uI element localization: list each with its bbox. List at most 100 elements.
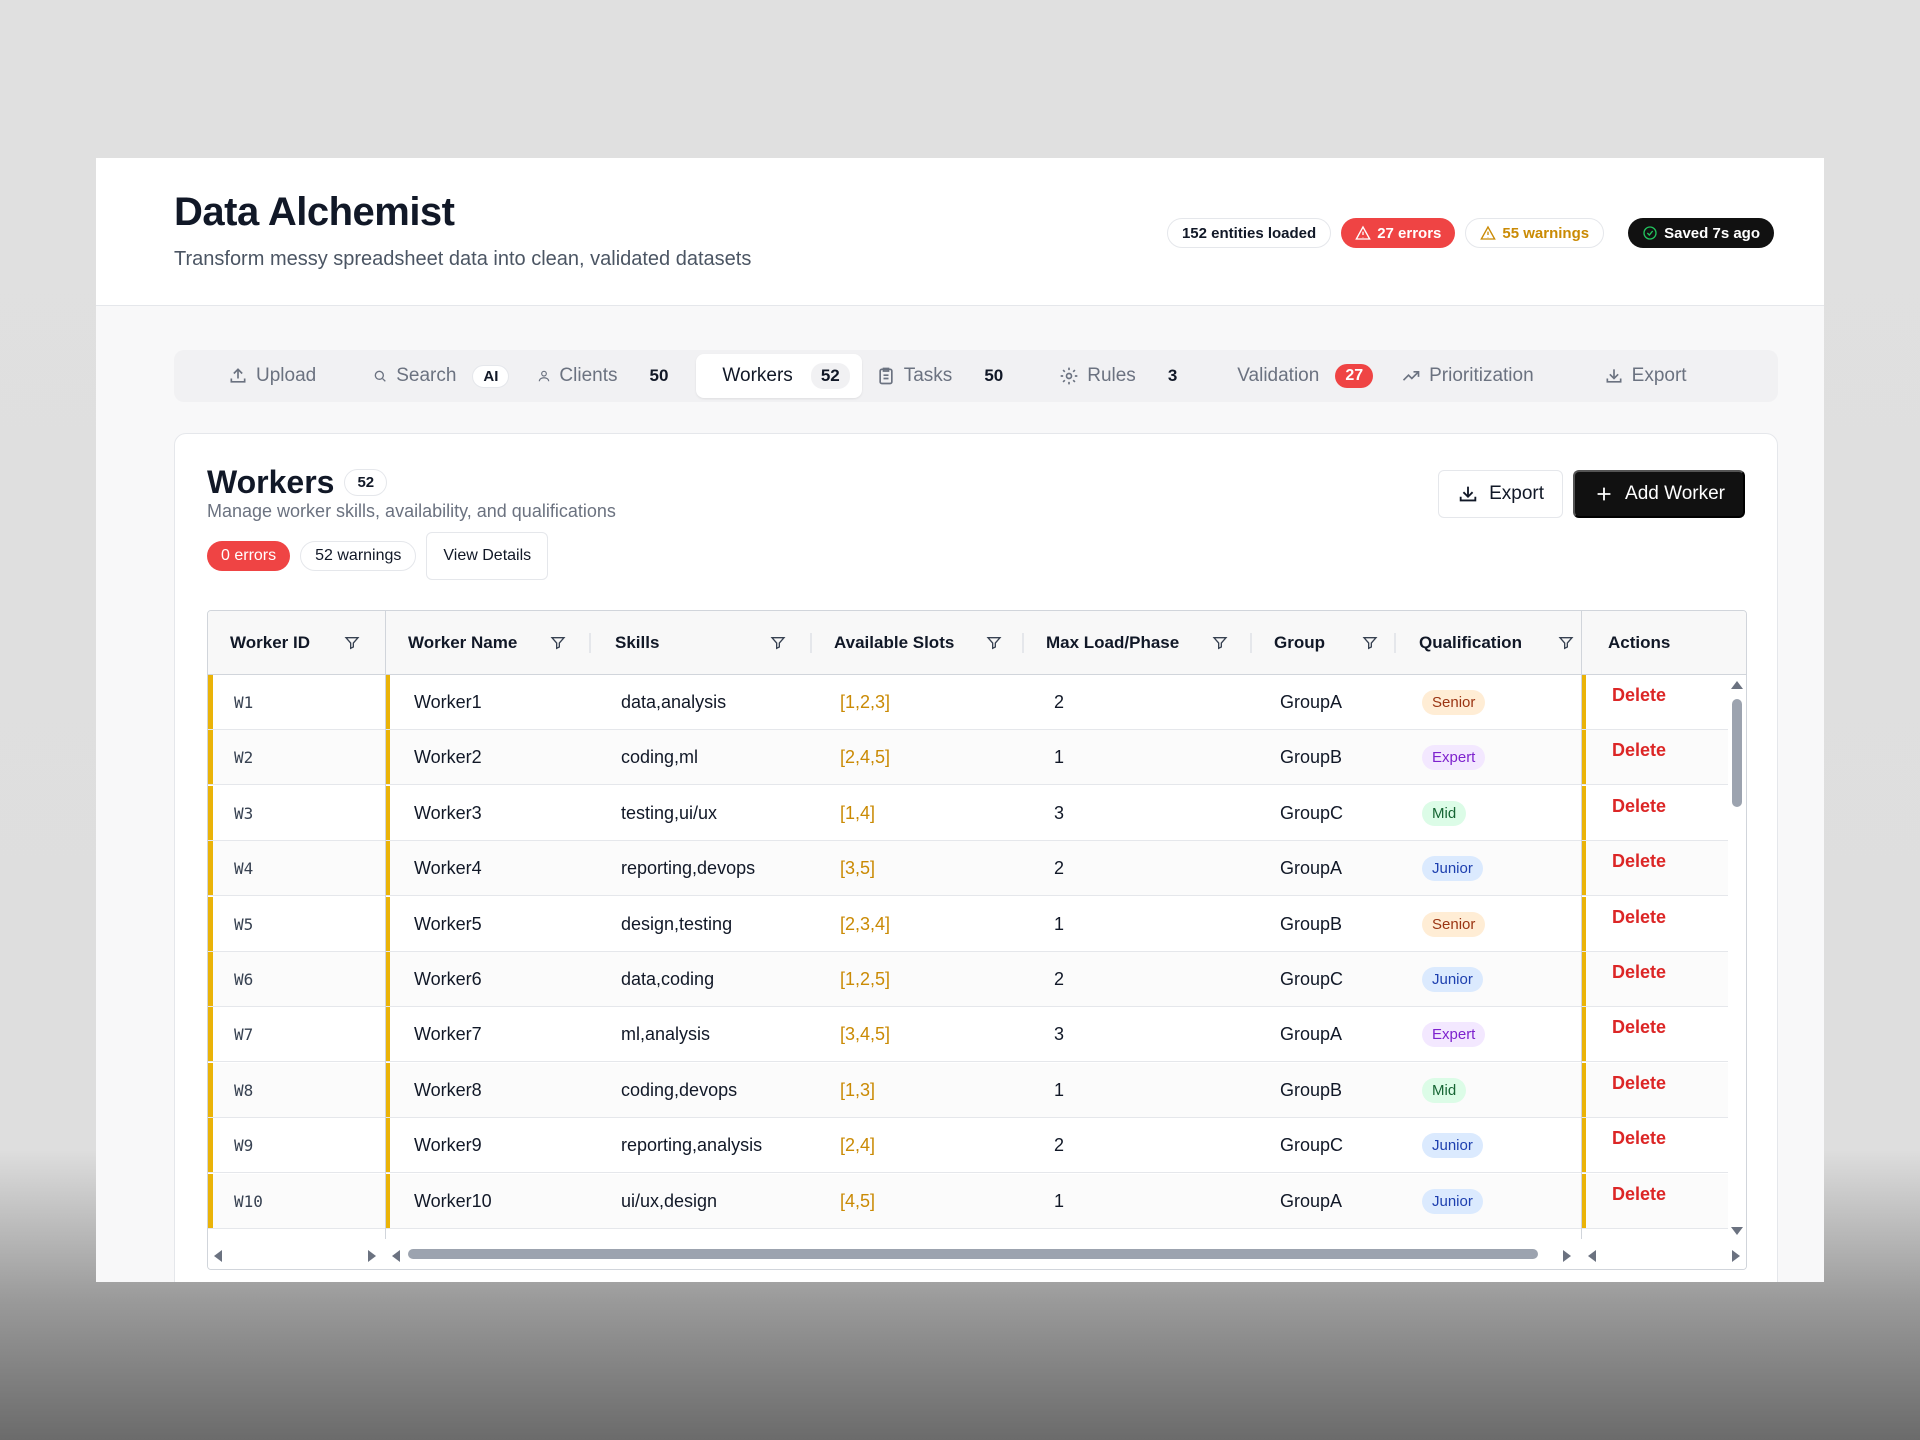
table-row[interactable]: W10 Worker10 ui/ux,design [4,5] 1 GroupA Junio…	[208, 1173, 1746, 1229]
available-slots-cell[interactable]: [1,4]	[840, 786, 875, 841]
scroll-left-arrow[interactable]	[1588, 1250, 1596, 1262]
available-slots-cell[interactable]: [2,3,4]	[840, 897, 890, 952]
worker-name-cell[interactable]: Worker6	[414, 952, 482, 1007]
delete-button[interactable]: Delete	[1612, 1017, 1666, 1038]
tab-workers[interactable]: Workers 52	[696, 354, 862, 398]
worker-id-cell[interactable]: W1	[234, 675, 253, 730]
table-row[interactable]: W1 Worker1 data,analysis [1,2,3] 2 GroupA Seni…	[208, 675, 1746, 730]
export-button[interactable]: Export	[1438, 470, 1564, 518]
filter-icon[interactable]	[550, 611, 566, 675]
qualification-cell[interactable]: Senior	[1422, 675, 1486, 730]
delete-button[interactable]: Delete	[1612, 851, 1666, 872]
worker-name-cell[interactable]: Worker4	[414, 841, 482, 896]
scroll-up-arrow[interactable]	[1731, 681, 1743, 689]
vertical-scroll-thumb[interactable]	[1732, 699, 1742, 807]
tab-validation[interactable]: Validation 27	[1223, 354, 1387, 398]
column-header[interactable]: Group	[1274, 611, 1325, 675]
skills-cell[interactable]: testing,ui/ux	[621, 786, 717, 841]
qualification-cell[interactable]: Junior	[1422, 952, 1483, 1007]
worker-id-cell[interactable]: W10	[234, 1174, 263, 1229]
scroll-right-arrow[interactable]	[1563, 1250, 1571, 1262]
filter-icon[interactable]	[1212, 611, 1228, 675]
delete-button[interactable]: Delete	[1612, 685, 1666, 706]
available-slots-cell[interactable]: [3,5]	[840, 841, 875, 896]
worker-name-cell[interactable]: Worker3	[414, 786, 482, 841]
worker-name-cell[interactable]: Worker7	[414, 1007, 482, 1062]
skills-cell[interactable]: reporting,devops	[621, 841, 755, 896]
tab-clients[interactable]: Clients 50	[523, 354, 682, 398]
available-slots-cell[interactable]: [2,4]	[840, 1118, 875, 1173]
add-worker-button[interactable]: Add Worker	[1573, 470, 1745, 518]
available-slots-cell[interactable]: [3,4,5]	[840, 1007, 890, 1062]
table-row[interactable]: W5 Worker5 design,testing [2,3,4] 1 GroupB Sen…	[208, 896, 1746, 952]
qualification-cell[interactable]: Expert	[1422, 1007, 1486, 1062]
scroll-down-arrow[interactable]	[1731, 1227, 1743, 1235]
table-row[interactable]: W2 Worker2 coding,ml [2,4,5] 1 GroupB Expert De…	[208, 730, 1746, 786]
table-row[interactable]: W8 Worker8 coding,devops [1,3] 1 GroupB Mid Del…	[208, 1062, 1746, 1118]
worker-id-cell[interactable]: W5	[234, 897, 253, 952]
max-load-cell[interactable]: 2	[1054, 675, 1064, 730]
qualification-cell[interactable]: Mid	[1422, 786, 1467, 841]
skills-cell[interactable]: ml,analysis	[621, 1007, 710, 1062]
filter-icon[interactable]	[770, 611, 786, 675]
worker-name-cell[interactable]: Worker9	[414, 1118, 482, 1173]
column-resize-handle[interactable]	[1250, 633, 1252, 653]
table-row[interactable]: W3 Worker3 testing,ui/ux [1,4] 3 GroupC Mid Del…	[208, 785, 1746, 841]
group-cell[interactable]: GroupC	[1280, 786, 1343, 841]
warnings-badge[interactable]: 55 warnings	[1465, 218, 1605, 248]
tab-upload[interactable]: Upload	[214, 354, 330, 398]
worker-id-cell[interactable]: W4	[234, 841, 253, 896]
column-header[interactable]: Skills	[615, 611, 659, 675]
horizontal-scrollbar[interactable]	[208, 1239, 1746, 1269]
tab-export[interactable]: Export	[1590, 354, 1701, 398]
delete-button[interactable]: Delete	[1612, 1184, 1666, 1205]
group-cell[interactable]: GroupA	[1280, 1007, 1342, 1062]
worker-id-cell[interactable]: W9	[234, 1118, 253, 1173]
group-cell[interactable]: GroupA	[1280, 1174, 1342, 1229]
group-cell[interactable]: GroupB	[1280, 897, 1342, 952]
delete-button[interactable]: Delete	[1612, 907, 1666, 928]
skills-cell[interactable]: design,testing	[621, 897, 732, 952]
column-header[interactable]: Qualification	[1419, 611, 1522, 675]
column-header[interactable]: Available Slots	[834, 611, 954, 675]
max-load-cell[interactable]: 1	[1054, 1174, 1064, 1229]
delete-button[interactable]: Delete	[1612, 962, 1666, 983]
worker-id-cell[interactable]: W6	[234, 952, 253, 1007]
tab-prioritization[interactable]: Prioritization	[1387, 354, 1548, 398]
skills-cell[interactable]: coding,devops	[621, 1063, 737, 1118]
available-slots-cell[interactable]: [1,3]	[840, 1063, 875, 1118]
qualification-cell[interactable]: Junior	[1422, 1118, 1483, 1173]
group-cell[interactable]: GroupA	[1280, 675, 1342, 730]
max-load-cell[interactable]: 3	[1054, 786, 1064, 841]
qualification-cell[interactable]: Junior	[1422, 841, 1483, 896]
worker-name-cell[interactable]: Worker1	[414, 675, 482, 730]
max-load-cell[interactable]: 1	[1054, 730, 1064, 785]
tab-tasks[interactable]: Tasks 50	[862, 354, 1018, 398]
skills-cell[interactable]: data,analysis	[621, 675, 726, 730]
view-details-button[interactable]: View Details	[426, 532, 549, 580]
column-header[interactable]: Worker Name	[408, 611, 517, 675]
qualification-cell[interactable]: Mid	[1422, 1063, 1467, 1118]
worker-name-cell[interactable]: Worker8	[414, 1063, 482, 1118]
skills-cell[interactable]: ui/ux,design	[621, 1174, 717, 1229]
skills-cell[interactable]: data,coding	[621, 952, 714, 1007]
max-load-cell[interactable]: 2	[1054, 841, 1064, 896]
group-cell[interactable]: GroupB	[1280, 730, 1342, 785]
table-row[interactable]: W7 Worker7 ml,analysis [3,4,5] 3 GroupA Expert…	[208, 1007, 1746, 1063]
tab-search[interactable]: Search AI	[358, 354, 523, 398]
group-cell[interactable]: GroupA	[1280, 841, 1342, 896]
max-load-cell[interactable]: 3	[1054, 1007, 1064, 1062]
max-load-cell[interactable]: 1	[1054, 897, 1064, 952]
delete-button[interactable]: Delete	[1612, 1073, 1666, 1094]
column-header[interactable]: Worker ID	[230, 611, 310, 675]
group-cell[interactable]: GroupC	[1280, 952, 1343, 1007]
available-slots-cell[interactable]: [1,2,5]	[840, 952, 890, 1007]
max-load-cell[interactable]: 2	[1054, 952, 1064, 1007]
tab-rules[interactable]: Rules 3	[1045, 354, 1191, 398]
table-row[interactable]: W4 Worker4 reporting,devops [3,5] 2 GroupA Jun…	[208, 841, 1746, 897]
filter-icon[interactable]	[986, 611, 1002, 675]
table-row[interactable]: W9 Worker9 reporting,analysis [2,4] 2 GroupC J…	[208, 1118, 1746, 1174]
worker-name-cell[interactable]: Worker5	[414, 897, 482, 952]
delete-button[interactable]: Delete	[1612, 740, 1666, 761]
worker-id-cell[interactable]: W2	[234, 730, 253, 785]
